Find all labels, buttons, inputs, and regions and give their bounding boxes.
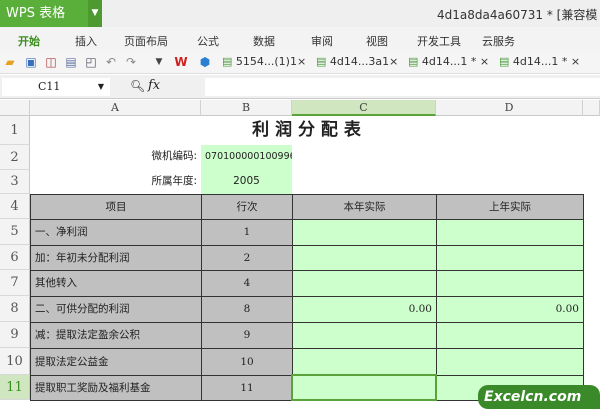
previous-year-cell[interactable] <box>436 219 584 246</box>
document-title: 4d1a8da4a60731 * [兼容模 <box>437 8 598 22</box>
title-bar: WPS 表格 ▼ 4d1a8da4a60731 * [兼容模 <box>0 0 600 27</box>
print-preview-icon[interactable]: ◰ <box>84 55 98 69</box>
zoom-search-icon[interactable]: 🔍︎ <box>130 79 145 93</box>
row-header[interactable]: 6 <box>0 245 30 270</box>
open-icon[interactable]: ▰ <box>3 55 17 69</box>
column-header-b[interactable]: B <box>201 100 292 116</box>
item-name[interactable]: 加：年初未分配利润 <box>30 245 202 271</box>
line-number[interactable]: 4 <box>201 270 293 297</box>
item-name[interactable]: 其他转入 <box>30 270 202 297</box>
row-header[interactable]: 8 <box>0 296 30 322</box>
row-header[interactable]: 1 <box>0 116 30 145</box>
menu-page-layout[interactable]: 页面布局 <box>124 33 168 49</box>
menu-review[interactable]: 审阅 <box>311 33 333 49</box>
code-label[interactable]: 微机编码: <box>30 145 201 170</box>
doc-tab[interactable]: ▤ 4d14...3a1× <box>316 55 398 68</box>
redo-icon[interactable]: ↷ <box>124 55 138 69</box>
formula-bar: C11 ▼ 🔍︎ fx <box>0 75 600 99</box>
year-value[interactable]: 2005 <box>201 170 292 194</box>
undo-icon[interactable]: ↶ <box>104 55 118 69</box>
code-value[interactable]: 070100000100996 <box>201 145 292 170</box>
line-number[interactable]: 8 <box>201 296 293 323</box>
current-year-cell[interactable] <box>292 245 437 271</box>
wps-menu-button[interactable]: WPS 表格 <box>0 0 88 27</box>
save-icon[interactable]: ▣ <box>24 55 38 69</box>
previous-year-cell[interactable] <box>436 245 584 271</box>
print-icon[interactable]: ▤ <box>64 55 78 69</box>
menu-cloud[interactable]: 云服务 <box>482 33 515 49</box>
cube-icon[interactable]: ⬢ <box>198 55 212 69</box>
previous-year-cell[interactable] <box>436 270 584 297</box>
formula-input[interactable] <box>205 78 600 96</box>
row-header[interactable]: 5 <box>0 219 30 245</box>
spreadsheet-grid: A B C D 1 2 3 4 5 6 7 8 9 10 11 利 润 分 配 表微机编码: 0701… <box>0 100 600 409</box>
current-year-cell[interactable] <box>292 348 437 376</box>
line-number[interactable]: 11 <box>201 375 293 401</box>
current-year-cell[interactable]: 0.00 <box>292 296 437 323</box>
line-number[interactable]: 9 <box>201 322 293 349</box>
previous-year-cell[interactable] <box>436 348 584 376</box>
current-year-cell[interactable] <box>292 219 437 246</box>
row-header[interactable]: 2 <box>0 145 30 170</box>
menu-home[interactable]: 开始 <box>18 33 40 49</box>
table-header[interactable]: 上年实际 <box>436 194 584 220</box>
row-header[interactable]: 10 <box>0 348 30 375</box>
line-number[interactable]: 10 <box>201 348 293 376</box>
line-number[interactable]: 1 <box>201 219 293 246</box>
wps-logo-icon[interactable]: W <box>174 55 188 69</box>
table-header[interactable]: 本年实际 <box>292 194 437 220</box>
previous-year-cell[interactable] <box>436 322 584 349</box>
doc-tab[interactable]: ▤ 5154...(1)1× <box>222 55 306 68</box>
item-name[interactable]: 提取法定公益金 <box>30 348 202 376</box>
doc-tab[interactable]: ▤ 4d14...1 * × <box>408 55 489 68</box>
quick-toolbar: ▰ ▣ ◫ ▤ ◰ ↶ ↷ ▼ W ⬢ ▤ 5154...(1)1× ▤ 4d1… <box>0 51 600 74</box>
current-year-cell[interactable] <box>292 322 437 349</box>
line-number[interactable]: 2 <box>201 245 293 271</box>
column-header-c[interactable]: C <box>292 100 436 116</box>
ribbon-tabs: 开始 插入 页面布局 公式 数据 审阅 视图 开发工具 云服务 <box>0 27 600 51</box>
sheet-file-icon: ▤ <box>408 55 419 68</box>
sheet-file-icon: ▤ <box>222 55 233 68</box>
chevron-down-icon[interactable]: ▼ <box>152 55 166 69</box>
chevron-down-icon[interactable]: ▼ <box>88 0 102 27</box>
table-header[interactable]: 行次 <box>201 194 293 220</box>
row-header[interactable]: 3 <box>0 170 30 194</box>
chevron-down-icon[interactable]: ▼ <box>98 78 104 96</box>
doc-tab[interactable]: ▤ 4d14...1 * × <box>499 55 580 68</box>
column-header-a[interactable]: A <box>30 100 201 116</box>
active-cell-selection[interactable] <box>291 374 437 401</box>
item-name[interactable]: 减：提取法定盈余公积 <box>30 322 202 349</box>
row-header[interactable]: 7 <box>0 270 30 296</box>
menu-view[interactable]: 视图 <box>366 33 388 49</box>
item-name[interactable]: 一、净利润 <box>30 219 202 246</box>
name-box[interactable]: C11 ▼ <box>2 78 110 96</box>
menu-insert[interactable]: 插入 <box>75 33 97 49</box>
row-header[interactable]: 4 <box>0 194 30 219</box>
function-icon[interactable]: fx <box>148 78 160 93</box>
sheet-file-icon: ▤ <box>316 55 327 68</box>
menu-formulas[interactable]: 公式 <box>197 33 219 49</box>
column-header-e[interactable] <box>583 100 600 116</box>
column-header-d[interactable]: D <box>436 100 583 116</box>
current-year-cell[interactable] <box>292 270 437 297</box>
item-name[interactable]: 二、可供分配的利润 <box>30 296 202 323</box>
menu-developer[interactable]: 开发工具 <box>417 33 461 49</box>
previous-year-cell[interactable]: 0.00 <box>436 296 584 323</box>
export-pdf-icon[interactable]: ◫ <box>44 55 58 69</box>
excelcn-watermark-logo: Excelcn.com <box>478 385 600 409</box>
sheet-title[interactable]: 利 润 分 配 表 <box>30 116 583 145</box>
year-label[interactable]: 所属年度: <box>30 170 201 194</box>
table-header[interactable]: 项目 <box>30 194 202 220</box>
row-header[interactable]: 11 <box>0 375 30 400</box>
item-name[interactable]: 提取职工奖励及福利基金 <box>30 375 202 401</box>
select-all-corner[interactable] <box>0 100 30 116</box>
row-header[interactable]: 9 <box>0 322 30 348</box>
sheet-file-icon: ▤ <box>499 55 510 68</box>
menu-data[interactable]: 数据 <box>253 33 275 49</box>
